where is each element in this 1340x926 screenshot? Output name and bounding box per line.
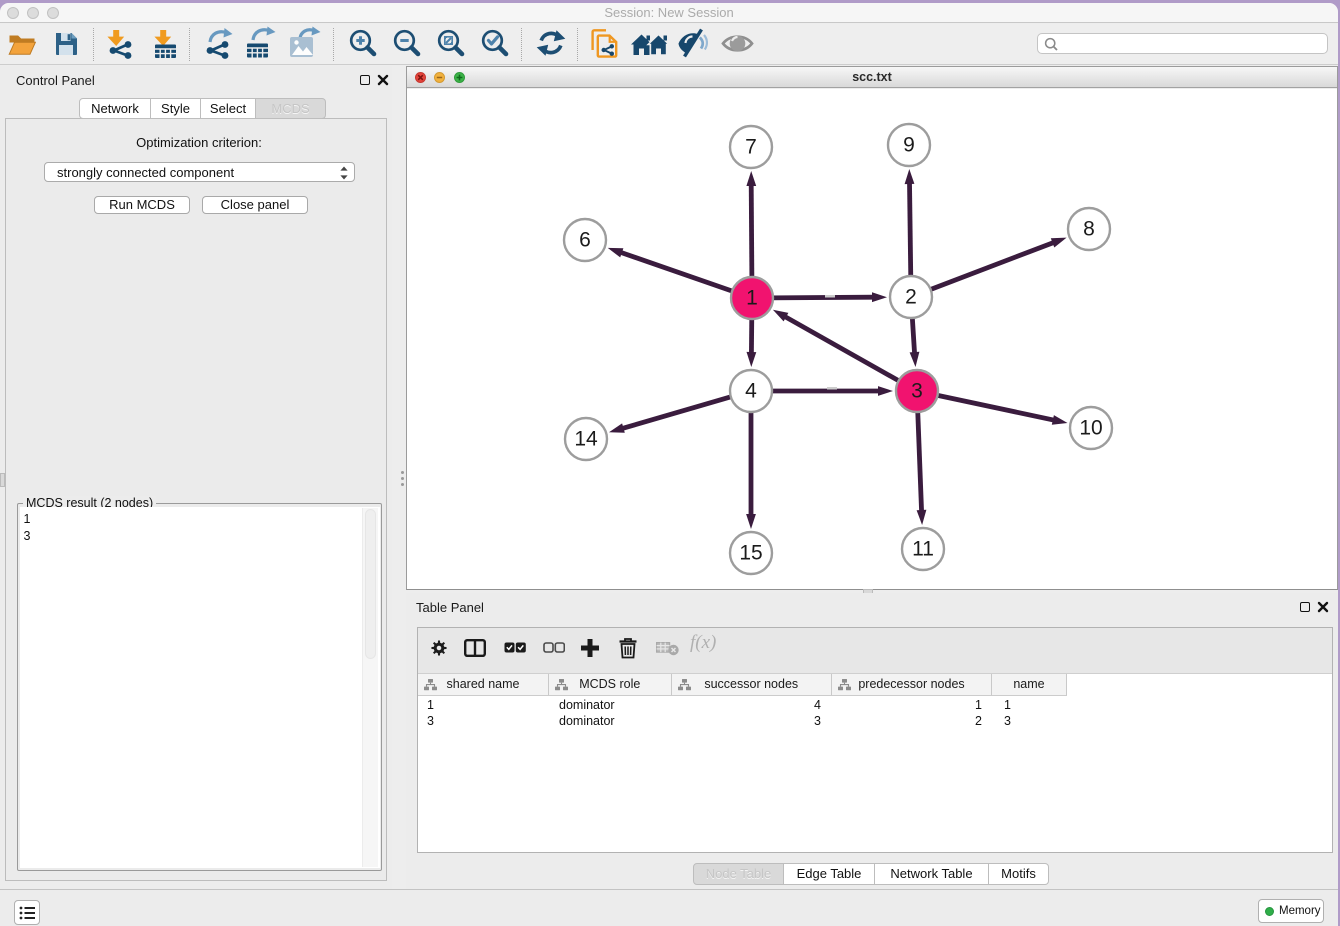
svg-text:6: 6 <box>579 229 591 252</box>
svg-text:11: 11 <box>912 538 934 561</box>
svg-text:10: 10 <box>1079 417 1102 440</box>
svg-text:7: 7 <box>745 136 757 159</box>
svg-text:3: 3 <box>911 380 923 403</box>
svg-text:2: 2 <box>905 286 917 309</box>
svg-text:1: 1 <box>746 287 758 310</box>
svg-text:9: 9 <box>903 134 915 157</box>
svg-text:4: 4 <box>745 380 757 403</box>
svg-text:15: 15 <box>739 542 762 565</box>
svg-text:8: 8 <box>1083 218 1095 241</box>
svg-text:14: 14 <box>574 428 598 451</box>
